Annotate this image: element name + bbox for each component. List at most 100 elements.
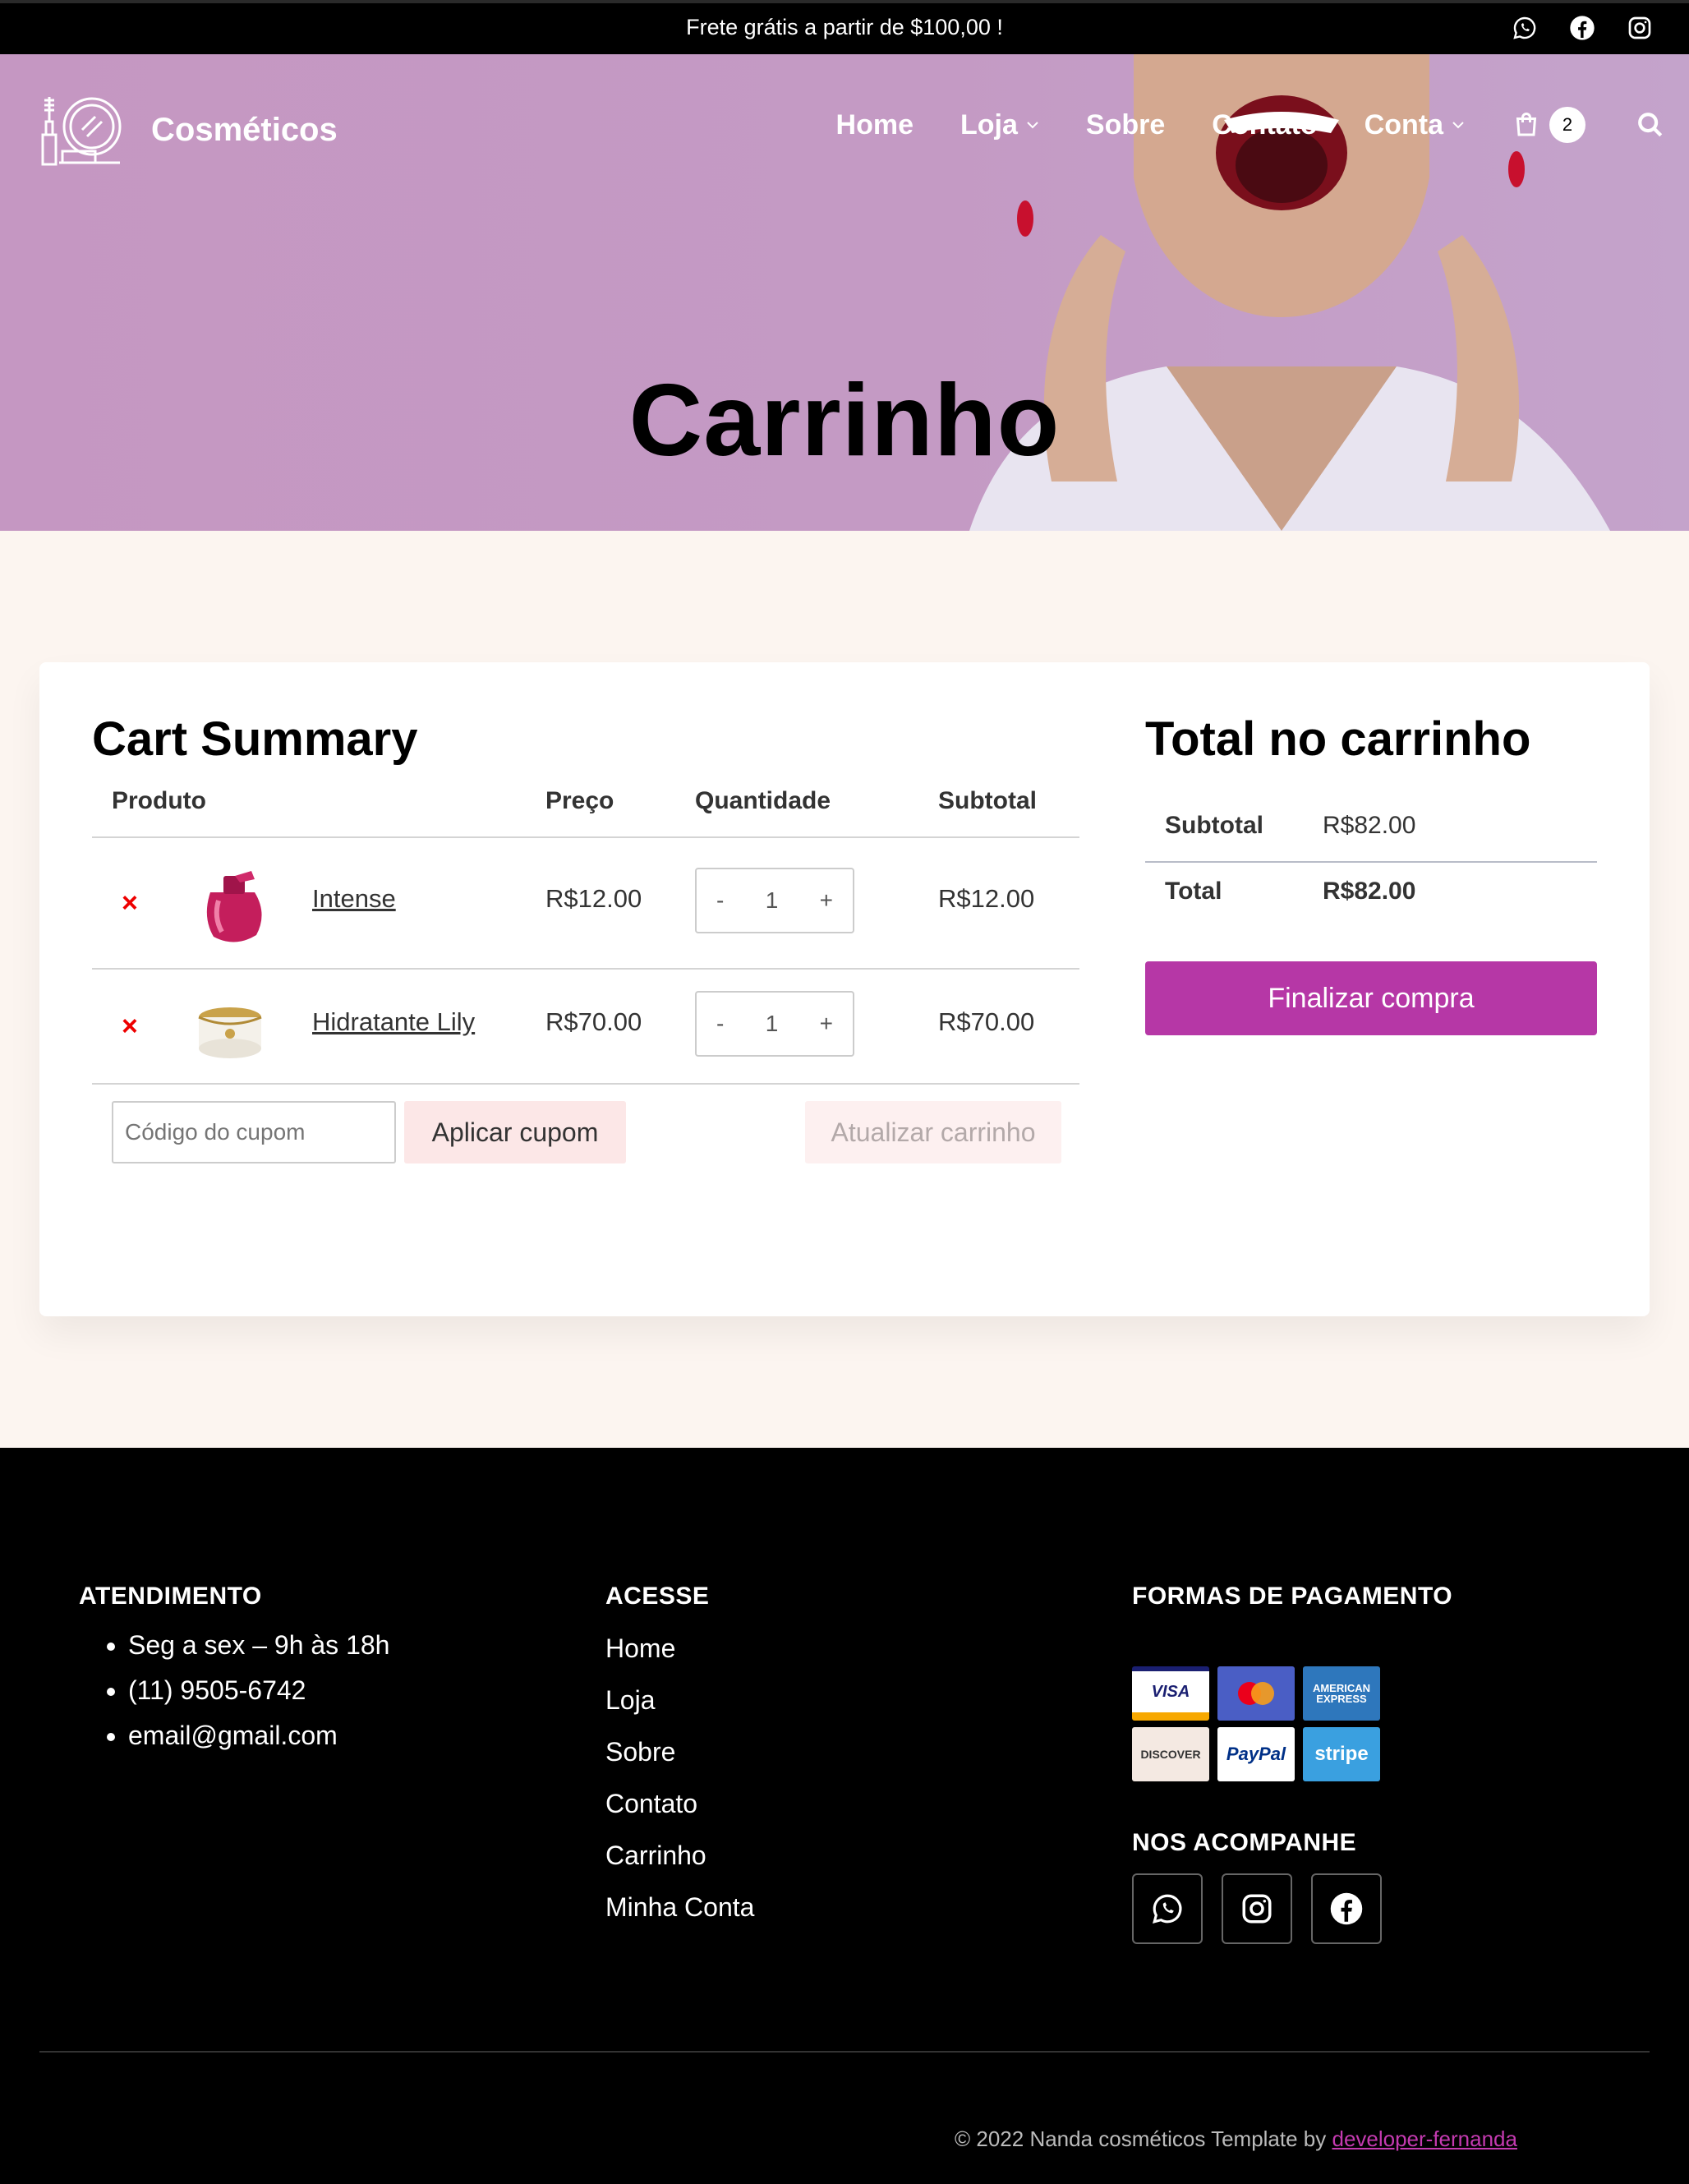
nav-label: Conta [1364,108,1443,141]
developer-credit-link[interactable]: developer-fernanda [1332,2126,1517,2151]
email-address: email@gmail.com [128,1721,389,1751]
nav-item-contato[interactable]: Contato [1212,109,1317,141]
footer-link-minha-conta[interactable]: Minha Conta [605,1892,754,1923]
quantity-increase-button[interactable]: + [820,887,833,914]
product-subtotal: R$70.00 [938,1007,1035,1036]
table-header-divider [92,836,1079,838]
row-divider [92,1083,1079,1085]
product-image-hidratante-lily[interactable] [186,989,274,1071]
quantity-stepper: - 1 + [695,991,854,1057]
quantity-increase-button[interactable]: + [820,1011,833,1037]
column-header-subtotal: Subtotal [938,787,1037,814]
total-label: Total [1165,878,1222,905]
checkout-button[interactable]: Finalizar compra [1145,961,1597,1035]
product-subtotal: R$12.00 [938,884,1035,913]
copyright-label: © 2022 Nanda cosméticos Template by [955,2126,1332,2151]
whatsapp-icon [1153,1894,1182,1924]
coupon-code-input[interactable] [112,1101,396,1163]
nav-item-sobre[interactable]: Sobre [1086,109,1165,141]
payment-label: AMERICAN EXPRESS [1312,1682,1371,1705]
paypal-icon: PayPal [1217,1727,1295,1781]
footer-link-contato[interactable]: Contato [605,1789,754,1819]
total-value: R$82.00 [1323,878,1416,905]
quantity-value[interactable]: 1 [766,887,779,914]
cart-totals-title: Total no carrinho [1145,712,1531,766]
footer-links: Home Loja Sobre Contato Carrinho Minha C… [605,1633,754,1944]
quantity-decrease-button[interactable]: - [716,887,724,914]
chevron-down-icon [1452,122,1464,129]
nav-label: Contato [1212,108,1318,141]
footer-follow-title: NOS ACOMPANHE [1132,1829,1357,1856]
footer-acesse-title: ACESSE [605,1583,710,1610]
nav-item-conta[interactable]: Conta [1365,109,1465,141]
instagram-icon [1242,1894,1272,1924]
nav-label: Home [835,108,914,141]
footer-link-sobre[interactable]: Sobre [605,1737,754,1767]
product-price: R$12.00 [545,884,642,913]
top-announcement-bar: Frete grátis a partir de $100,00 ! [0,0,1689,54]
brand-name: Cosméticos [151,111,338,148]
subtotal-label: Subtotal [1165,812,1263,839]
product-link-hidratante-lily[interactable]: Hidratante Lily [312,1007,475,1037]
footer-facebook-button[interactable] [1311,1873,1382,1944]
whatsapp-icon[interactable] [1512,15,1538,41]
footer-whatsapp-button[interactable] [1132,1873,1203,1944]
footer-payment-title: FORMAS DE PAGAMENTO [1132,1583,1453,1610]
facebook-icon[interactable] [1569,15,1595,41]
remove-item-button[interactable]: × [122,1011,138,1043]
discover-icon: DISCOVER [1132,1727,1209,1781]
totals-divider [1145,861,1597,863]
cart-summary-title: Cart Summary [92,712,418,766]
header-cart-button[interactable]: 2 [1512,107,1585,143]
payment-label: stripe [1314,1743,1369,1765]
footer-instagram-button[interactable] [1222,1873,1292,1944]
column-header-preco: Preço [545,787,614,814]
free-shipping-message: Frete grátis a partir de $100,00 ! [686,15,1003,39]
site-header: Cosméticos Home Loja Sobre Contato Conta… [0,54,1689,202]
mastercard-icon [1217,1666,1295,1721]
page-title: Carrinho [628,364,1061,477]
stripe-icon: stripe [1303,1727,1380,1781]
cosmetics-logo-icon [41,97,122,166]
payment-label: PayPal [1226,1744,1286,1764]
main-content: Cart Summary Produto Preço Quantidade Su… [0,531,1689,1436]
mastercard-circles [1238,1682,1274,1705]
copyright-text: © 2022 Nanda cosméticos Template by deve… [955,2126,1517,2152]
footer-link-carrinho[interactable]: Carrinho [605,1841,754,1871]
nav-label: Loja [960,108,1018,141]
product-image-intense[interactable] [186,868,274,950]
quantity-decrease-button[interactable]: - [716,1011,724,1037]
remove-item-button[interactable]: × [122,887,138,919]
footer-link-home[interactable]: Home [605,1633,754,1664]
visa-icon: VISA [1132,1666,1209,1721]
update-cart-button[interactable]: Atualizar carrinho [805,1101,1061,1163]
payment-label: VISA [1151,1682,1190,1701]
footer-atendimento-title: ATENDIMENTO [79,1583,262,1610]
row-divider [92,968,1079,970]
amex-icon: AMERICAN EXPRESS [1303,1666,1380,1721]
main-navigation: Home Loja Sobre Contato Conta 2 [836,107,1664,143]
apply-coupon-button[interactable]: Aplicar cupom [404,1101,626,1163]
nav-item-home[interactable]: Home [836,109,914,141]
search-icon [1638,113,1663,137]
cart-card: Cart Summary Produto Preço Quantidade Su… [39,662,1650,1316]
footer-link-loja[interactable]: Loja [605,1685,754,1716]
shopping-bag-icon [1516,113,1537,136]
column-header-quantidade: Quantidade [695,787,831,814]
site-footer: ATENDIMENTO Seg a sex – 9h às 18h (11) 9… [0,1448,1689,2184]
chevron-down-icon [1027,122,1038,129]
quantity-stepper: - 1 + [695,868,854,933]
quantity-value[interactable]: 1 [766,1011,779,1037]
product-link-intense[interactable]: Intense [312,884,396,914]
site-logo[interactable]: Cosméticos [38,92,338,168]
instagram-icon[interactable] [1627,15,1653,41]
facebook-icon [1330,1892,1363,1925]
column-header-produto: Produto [112,787,206,814]
phone-number: (11) 9505-6742 [128,1675,389,1706]
payment-methods: VISA AMERICAN EXPRESS DISCOVER PayPal st… [1132,1666,1380,1781]
nav-label: Sobre [1085,108,1166,141]
nav-item-loja[interactable]: Loja [960,109,1039,141]
header-search-button[interactable] [1636,111,1664,139]
product-price: R$70.00 [545,1007,642,1036]
payment-label: DISCOVER [1140,1748,1201,1761]
